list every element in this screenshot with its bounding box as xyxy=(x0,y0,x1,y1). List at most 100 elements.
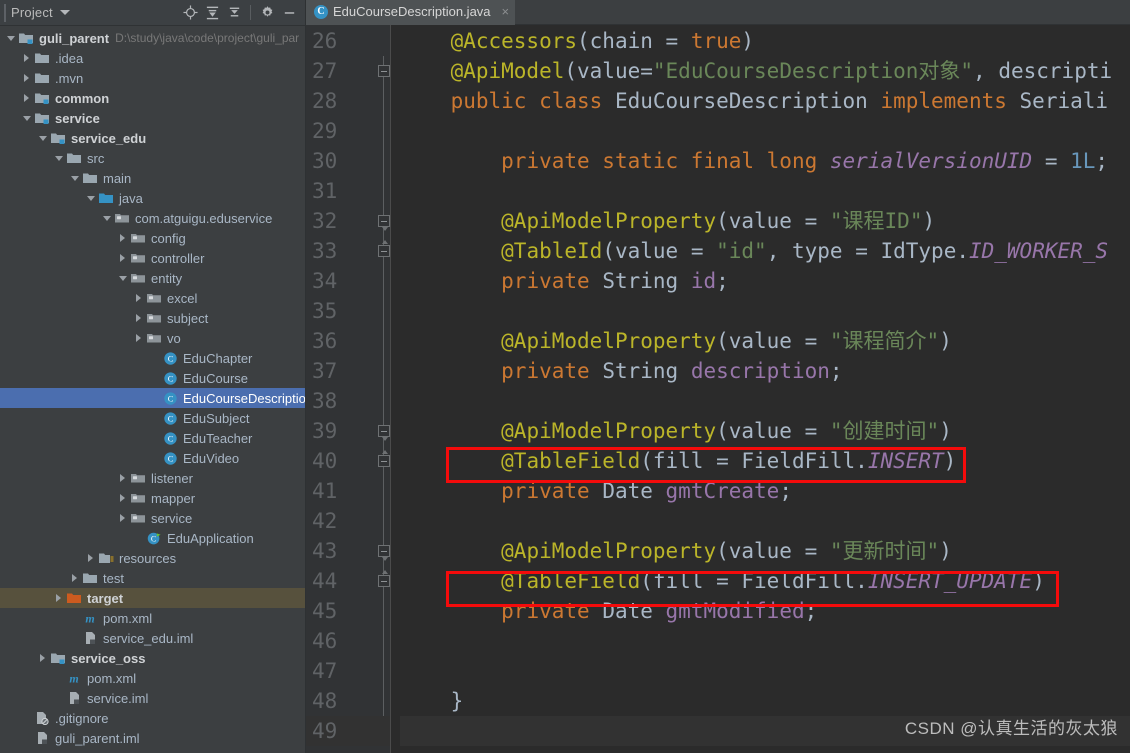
tree-node-mapper[interactable]: mapper xyxy=(0,488,306,508)
code-content[interactable]: @Accessors(chain = true) @ApiModel(value… xyxy=(390,25,1130,753)
tree-node-service[interactable]: service xyxy=(0,508,306,528)
fold-marker[interactable] xyxy=(378,575,390,587)
code-line[interactable] xyxy=(400,506,1130,536)
chevron-right-icon[interactable] xyxy=(116,508,129,528)
tree-node-entity[interactable]: entity xyxy=(0,268,306,288)
tree-node-guli-parent[interactable]: guli_parent D:\study\java\code\project\gu… xyxy=(0,28,306,48)
chevron-right-icon[interactable] xyxy=(116,248,129,268)
chevron-right-icon[interactable] xyxy=(132,288,145,308)
tree-node-service-oss[interactable]: service_oss xyxy=(0,648,306,668)
code-line[interactable]: private String id; xyxy=(400,266,1130,296)
chevron-down-icon[interactable] xyxy=(84,188,97,208)
tree-node-educhapter[interactable]: C EduChapter xyxy=(0,348,306,368)
gear-icon[interactable] xyxy=(256,2,278,24)
chevron-right-icon[interactable] xyxy=(68,568,81,588)
tab-educoursedescription[interactable]: C EduCourseDescription.java × xyxy=(306,0,516,25)
chevron-right-icon[interactable] xyxy=(132,328,145,348)
project-tree[interactable]: guli_parent D:\study\java\code\project\gu… xyxy=(0,26,306,753)
chevron-right-icon[interactable] xyxy=(132,308,145,328)
tree-node-mvn[interactable]: .mvn xyxy=(0,68,306,88)
fold-marker[interactable] xyxy=(378,245,390,257)
tree-node-subject[interactable]: subject xyxy=(0,308,306,328)
tree-node-resources[interactable]: resources xyxy=(0,548,306,568)
fold-marker[interactable] xyxy=(378,425,390,437)
fold-marker[interactable] xyxy=(378,65,390,77)
locate-icon[interactable] xyxy=(179,2,201,24)
tree-node-educourse[interactable]: C EduCourse xyxy=(0,368,306,388)
line-number-gutter[interactable]: 26 27 28 29 30 31 32 33 34 35 36 37 38 39 40 41 42 43 44 45… xyxy=(306,25,390,753)
tree-node-common[interactable]: common xyxy=(0,88,306,108)
code-line[interactable]: @ApiModelProperty(value = "创建时间") xyxy=(400,416,1130,446)
code-line[interactable]: private Date gmtModified; xyxy=(400,596,1130,626)
code-line[interactable] xyxy=(400,386,1130,416)
tree-node-idea[interactable]: .idea xyxy=(0,48,306,68)
code-line[interactable] xyxy=(400,626,1130,656)
tree-node-java[interactable]: java xyxy=(0,188,306,208)
tree-node-service-edu[interactable]: service_edu xyxy=(0,128,306,148)
tree-node-config[interactable]: config xyxy=(0,228,306,248)
code-line[interactable]: private static final long serialVersionU… xyxy=(400,146,1130,176)
code-line[interactable]: @TableId(value = "id", type = IdType.ID_… xyxy=(400,236,1130,266)
chevron-down-icon[interactable] xyxy=(116,268,129,288)
chevron-down-icon[interactable] xyxy=(20,108,33,128)
code-line[interactable]: @ApiModelProperty(value = "课程简介") xyxy=(400,326,1130,356)
tree-node-service[interactable]: service xyxy=(0,108,306,128)
code-line[interactable]: private Date gmtCreate; xyxy=(400,476,1130,506)
tree-node-test[interactable]: test xyxy=(0,568,306,588)
code-line[interactable] xyxy=(400,296,1130,326)
tree-node-excel[interactable]: excel xyxy=(0,288,306,308)
tree-node-eduvideo[interactable]: C EduVideo xyxy=(0,448,306,468)
code-line[interactable]: @TableField(fill = FieldFill.INSERT) xyxy=(400,446,1130,476)
chevron-down-icon[interactable] xyxy=(59,10,70,15)
tree-node-service-edu-iml[interactable]: service_edu.iml xyxy=(0,628,306,648)
code-line[interactable] xyxy=(400,116,1130,146)
chevron-right-icon[interactable] xyxy=(20,68,33,88)
tree-node-eduapplication[interactable]: C EduApplication xyxy=(0,528,306,548)
close-icon[interactable]: × xyxy=(502,4,510,19)
expand-all-icon[interactable] xyxy=(201,2,223,24)
fold-marker[interactable] xyxy=(378,545,390,557)
code-line[interactable]: @Accessors(chain = true) xyxy=(400,26,1130,56)
chevron-right-icon[interactable] xyxy=(116,488,129,508)
tree-node-com-atguigu-eduservice[interactable]: com.atguigu.eduservice xyxy=(0,208,306,228)
code-line[interactable]: @TableField(fill = FieldFill.INSERT_UPDA… xyxy=(400,566,1130,596)
code-line[interactable]: private String description; xyxy=(400,356,1130,386)
chevron-down-icon[interactable] xyxy=(4,28,17,48)
chevron-right-icon[interactable] xyxy=(20,48,33,68)
chevron-right-icon[interactable] xyxy=(116,468,129,488)
chevron-right-icon[interactable] xyxy=(52,588,65,608)
code-line[interactable] xyxy=(400,656,1130,686)
tree-node-educoursedescription[interactable]: C EduCourseDescription xyxy=(0,388,306,408)
chevron-down-icon[interactable] xyxy=(36,128,49,148)
code-line[interactable]: @ApiModelProperty(value = "课程ID") xyxy=(400,206,1130,236)
fold-marker[interactable] xyxy=(378,215,390,227)
code-line[interactable] xyxy=(400,176,1130,206)
fold-marker[interactable] xyxy=(378,455,390,467)
tree-node-pom-xml[interactable]: m pom.xml xyxy=(0,608,306,628)
chevron-right-icon[interactable] xyxy=(116,228,129,248)
tree-node-guli-parent-iml[interactable]: guli_parent.iml xyxy=(0,728,306,748)
tree-node-listener[interactable]: listener xyxy=(0,468,306,488)
code-line[interactable]: } xyxy=(400,686,1130,716)
tree-node-main[interactable]: main xyxy=(0,168,306,188)
tree-node-target[interactable]: target xyxy=(0,588,306,608)
chevron-down-icon[interactable] xyxy=(68,168,81,188)
chevron-right-icon[interactable] xyxy=(84,548,97,568)
chevron-down-icon[interactable] xyxy=(52,148,65,168)
tree-node-edusubject[interactable]: C EduSubject xyxy=(0,408,306,428)
tree-node-service-iml[interactable]: service.iml xyxy=(0,688,306,708)
tree-node-src[interactable]: src xyxy=(0,148,306,168)
chevron-right-icon[interactable] xyxy=(36,648,49,668)
fold-column[interactable] xyxy=(378,25,390,753)
chevron-down-icon[interactable] xyxy=(100,208,113,228)
tree-node-gitignore[interactable]: .gitignore xyxy=(0,708,306,728)
tree-node-controller[interactable]: controller xyxy=(0,248,306,268)
chevron-right-icon[interactable] xyxy=(20,88,33,108)
code-line[interactable]: public class EduCourseDescription implem… xyxy=(400,86,1130,116)
code-line[interactable]: @ApiModelProperty(value = "更新时间") xyxy=(400,536,1130,566)
tree-node-eduteacher[interactable]: C EduTeacher xyxy=(0,428,306,448)
collapse-all-icon[interactable] xyxy=(223,2,245,24)
tree-node-vo[interactable]: vo xyxy=(0,328,306,348)
minimize-icon[interactable] xyxy=(278,2,300,24)
code-line[interactable]: @ApiModel(value="EduCourseDescription对象"… xyxy=(400,56,1130,86)
